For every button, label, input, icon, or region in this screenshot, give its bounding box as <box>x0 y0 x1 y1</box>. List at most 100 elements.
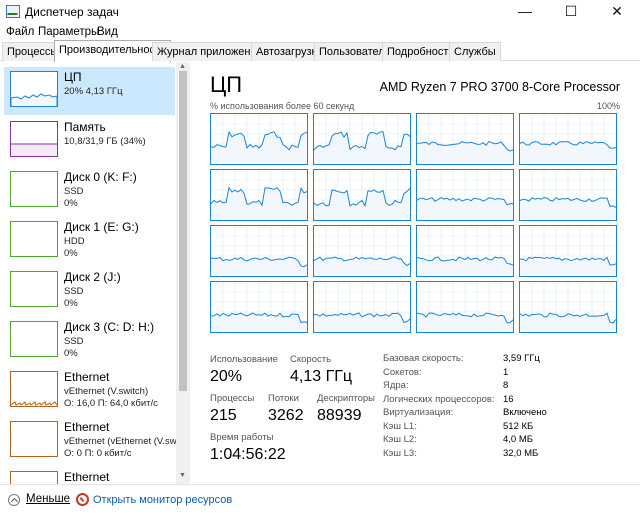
resource-list: ЦП 20% 4,13 ГГц Память 10,8/31,9 ГБ (34%) Ди… <box>0 62 190 484</box>
sidebar-item-detail: О: 0 П: 0 кбит/с <box>64 448 132 459</box>
sidebar-item-graph <box>10 321 58 357</box>
sidebar-item-name: Ethernet <box>64 470 110 484</box>
sidebar-scrollbar[interactable]: ▲ ▼ <box>176 62 190 484</box>
sidebar-item-detail: 0% <box>64 348 78 359</box>
sidebar-item-graph <box>10 171 58 207</box>
fewer-details-link[interactable]: Меньше <box>26 493 70 505</box>
sidebar-item-detail: 20% 4,13 ГГц <box>64 86 123 97</box>
logical-processor-graph <box>210 113 308 165</box>
menu-options[interactable]: Параметры <box>38 26 99 38</box>
logical-processor-graph <box>313 225 411 277</box>
sidebar-item-graph <box>10 121 58 157</box>
sidebar-item-name: Ethernet <box>64 370 110 384</box>
uptime-label: Время работы <box>210 432 274 443</box>
sidebar-item-name: Диск 2 (J:) <box>64 270 121 284</box>
sidebar-item-detail: SSD <box>64 336 84 347</box>
open-resource-monitor-link[interactable]: Открыть монитор ресурсов <box>93 494 232 506</box>
logical-processor-graph <box>416 169 514 221</box>
resource-monitor-icon[interactable] <box>76 493 89 506</box>
footer: Меньше Открыть монитор ресурсов <box>0 484 640 516</box>
logical-processor-graph <box>313 281 411 333</box>
sidebar-item-name: Диск 0 (K: F:) <box>64 170 137 184</box>
sidebar-item-name: Диск 1 (E: G:) <box>64 220 139 234</box>
tab-details[interactable]: Подробности <box>382 42 460 61</box>
sidebar-item-detail: 10,8/31,9 ГБ (34%) <box>64 136 146 147</box>
logical-processor-graph <box>416 113 514 165</box>
tab-strip: Процессы Производительность Журнал прило… <box>0 40 640 62</box>
sidebar-item-detail: SSD <box>64 186 84 197</box>
speed-label: Скорость <box>290 354 332 365</box>
logical-processor-graph <box>519 225 617 277</box>
sidebar-item-graph <box>10 221 58 257</box>
sidebar-item-name: ЦП <box>64 70 82 84</box>
logical-processor-graph <box>313 169 411 221</box>
sidebar-item[interactable]: Ethernet vEthernet (V.switch) О: 16,0 П: 6… <box>4 367 175 415</box>
logical-processor-graph <box>416 225 514 277</box>
utilization-caption: % использования более 60 секунд <box>210 101 355 111</box>
spec-value: Включено <box>503 407 547 418</box>
spec-label: Ядра: <box>383 380 409 391</box>
chevron-up-circle-icon[interactable] <box>8 494 20 506</box>
logical-processor-graph <box>519 281 617 333</box>
logical-processor-graphs <box>210 113 620 336</box>
task-manager-icon <box>6 5 20 18</box>
spec-label: Базовая скорость: <box>383 353 464 364</box>
logical-processor-graph <box>210 281 308 333</box>
sidebar-item-detail: vEthernet (vEthernet (V.sw) <box>64 436 180 447</box>
cpu-panel: ЦП AMD Ryzen 7 PRO 3700 8-Core Processor… <box>190 62 640 484</box>
logical-processor-graph <box>519 169 617 221</box>
sidebar-item[interactable]: Память 10,8/31,9 ГБ (34%) <box>4 117 175 165</box>
sidebar-item-name: Диск 3 (C: D: H:) <box>64 320 155 334</box>
window-title: Диспетчер задач <box>25 5 119 19</box>
menu-view[interactable]: Вид <box>97 26 118 38</box>
sidebar-item-graph <box>10 71 58 107</box>
sidebar-item-detail: О: 16,0 П: 64,0 кбит/с <box>64 398 158 409</box>
spec-value: 8 <box>503 380 509 391</box>
title-bar: Диспетчер задач — ☐ ✕ <box>0 0 640 24</box>
handles-label: Дескрипторы <box>317 393 375 404</box>
sidebar-item-detail: 0% <box>64 298 78 309</box>
close-button[interactable]: ✕ <box>594 0 640 24</box>
spec-value: 16 <box>503 393 514 405</box>
threads-label: Потоки <box>268 393 299 404</box>
sidebar-item-detail: HDD <box>64 236 85 247</box>
scroll-down-arrow-icon[interactable]: ▼ <box>179 472 186 479</box>
speed-value: 4,13 ГГц <box>290 368 353 385</box>
usage-value: 20% <box>210 368 243 385</box>
sidebar-item[interactable]: ЦП 20% 4,13 ГГц <box>4 67 175 115</box>
tab-services[interactable]: Службы <box>449 42 501 61</box>
sidebar-item-graph <box>10 421 58 457</box>
page-title: ЦП <box>210 72 243 97</box>
maximize-button[interactable]: ☐ <box>548 0 594 24</box>
sidebar-item[interactable]: Диск 2 (J:) SSD 0% <box>4 267 175 315</box>
spec-label: Виртуализация: <box>383 407 454 418</box>
sidebar-item-graph <box>10 371 58 407</box>
cpu-model: AMD Ryzen 7 PRO 3700 8-Core Processor <box>379 80 620 94</box>
threads-value: 3262 <box>268 407 304 424</box>
sidebar-item-detail: SSD <box>64 286 84 297</box>
spec-value: 512 КБ <box>503 420 534 432</box>
spec-label: Кэш L1: <box>383 420 417 432</box>
logical-processor-graph <box>210 169 308 221</box>
sidebar-item-name: Ethernet <box>64 420 110 434</box>
sidebar-item[interactable]: Диск 1 (E: G:) HDD 0% <box>4 217 175 265</box>
sidebar-item-detail: vEthernet (V.switch) <box>64 386 149 397</box>
sidebar-item[interactable]: Ethernet vEthernet (vEthernet (V.sw) О: 0 … <box>4 417 180 465</box>
scroll-up-arrow-icon[interactable]: ▲ <box>179 63 186 70</box>
sidebar-item-detail: 0% <box>64 198 78 209</box>
sidebar-item-graph <box>10 271 58 307</box>
logical-processor-graph <box>519 113 617 165</box>
sidebar-item[interactable]: Диск 3 (C: D: H:) SSD 0% <box>4 317 175 365</box>
scrollbar-thumb[interactable] <box>179 71 187 391</box>
sidebar-item[interactable]: Диск 0 (K: F:) SSD 0% <box>4 167 175 215</box>
sidebar-item-detail: 0% <box>64 248 78 259</box>
uptime-value: 1:04:56:22 <box>210 446 286 463</box>
menu-file[interactable]: Файл <box>6 26 34 38</box>
sidebar-item-graph <box>10 471 58 484</box>
minimize-button[interactable]: — <box>502 0 548 24</box>
processes-label: Процессы <box>210 393 255 404</box>
sidebar-item[interactable]: Ethernet <box>4 467 175 484</box>
spec-label: Логических процессоров: <box>383 393 495 405</box>
logical-processor-graph <box>313 113 411 165</box>
usage-label: Использование <box>210 354 278 365</box>
